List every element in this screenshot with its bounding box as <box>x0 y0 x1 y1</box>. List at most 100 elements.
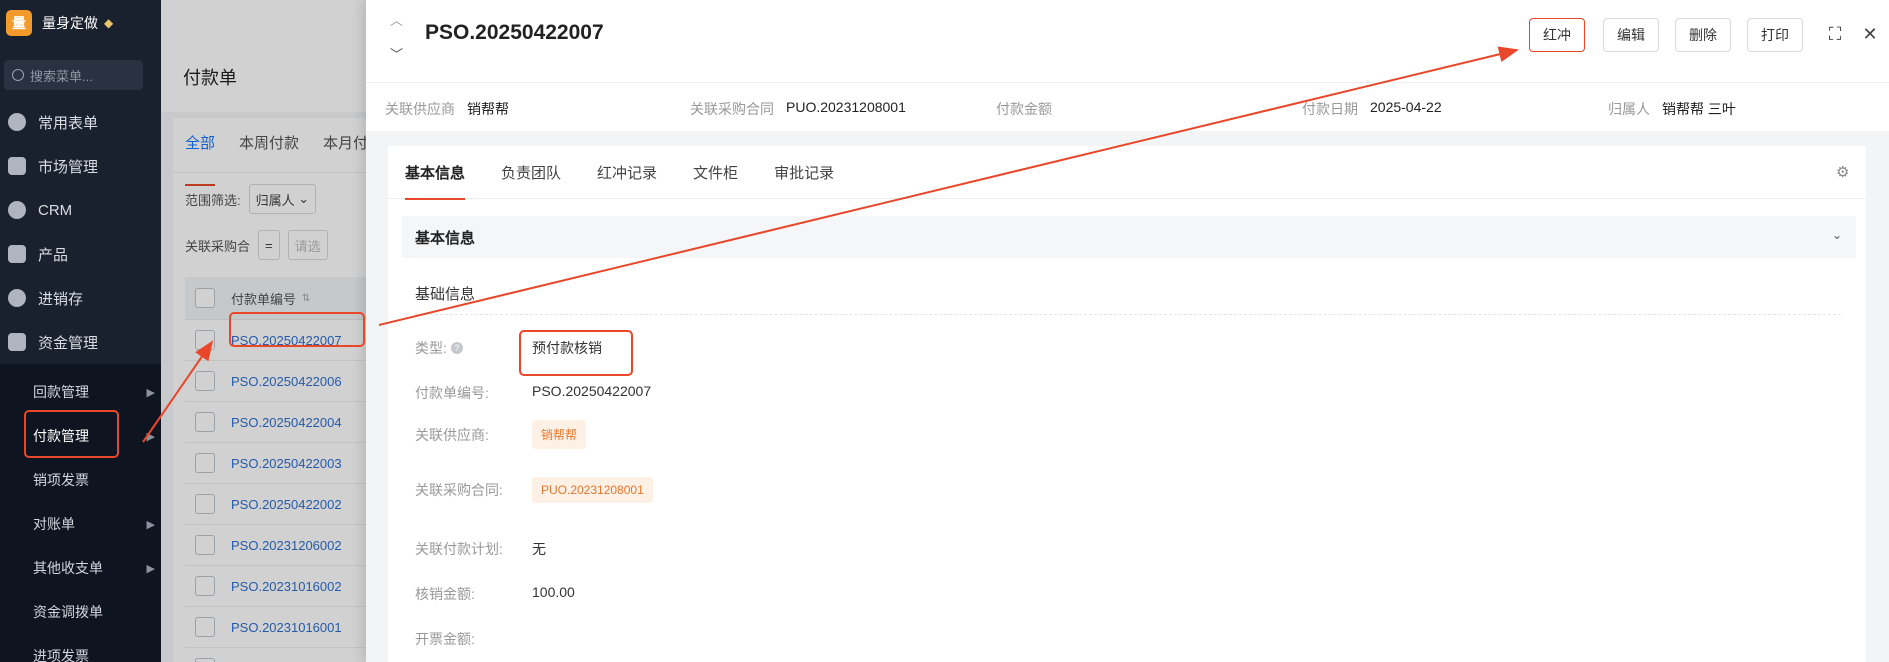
section-title: 基本信息 <box>415 229 476 247</box>
gear-icon[interactable]: ⚙ <box>1836 163 1852 181</box>
chevron-right-icon: ▶ <box>146 430 155 443</box>
contract-tag[interactable]: PUO.20231208001 <box>532 477 653 503</box>
menu-item-favorites[interactable]: 常用表单 <box>0 100 161 144</box>
submenu-statement[interactable]: 对账单 ▶ <box>0 502 161 546</box>
edit-button[interactable]: 编辑 <box>1603 18 1659 52</box>
summary-owner: 归属人 销帮帮 三叶 <box>1608 99 1736 119</box>
field-supplier: 关联供应商: 销帮帮 <box>415 420 587 449</box>
diamond-icon: ◆ <box>104 16 114 30</box>
annotation-box-menu <box>24 410 119 458</box>
chevron-right-icon: ▶ <box>146 562 155 575</box>
tab-red-flush-records[interactable]: 红冲记录 <box>597 162 657 183</box>
tab-team[interactable]: 负责团队 <box>501 162 561 183</box>
delete-button[interactable]: 删除 <box>1675 18 1731 52</box>
tab-files[interactable]: 文件柜 <box>693 162 738 183</box>
document-icon <box>8 157 26 175</box>
field-payment-no: 付款单编号: PSO.20250422007 <box>415 383 651 403</box>
menu-search-input[interactable]: 搜索菜单... <box>4 60 143 90</box>
help-icon[interactable]: ? <box>450 342 463 354</box>
brand[interactable]: 量 量身定做 ◆ <box>0 0 161 46</box>
summary-value: PUO.20231208001 <box>786 99 906 115</box>
summary-label: 关联采购合同 <box>690 101 774 117</box>
menu-item-crm[interactable]: CRM <box>0 188 161 232</box>
close-icon[interactable]: ✕ <box>1860 24 1880 44</box>
submenu-label: 进项发票 <box>33 648 89 662</box>
submenu-purchase-invoice[interactable]: 进项发票 <box>0 634 161 662</box>
summary-label: 归属人 <box>1608 101 1650 117</box>
menu-item-inventory[interactable]: 进销存 <box>0 276 161 320</box>
search-placeholder: 搜索菜单... <box>30 68 93 84</box>
annotation-box-row <box>229 312 365 347</box>
brand-name: 量身定做 <box>42 15 98 31</box>
summary-supplier: 关联供应商 销帮帮 <box>385 99 509 119</box>
menu-label: 常用表单 <box>38 114 99 132</box>
field-writeoff-amount: 核销金额: 100.00 <box>415 584 575 604</box>
annotation-box-type <box>519 330 633 376</box>
menu-label: CRM <box>38 201 73 219</box>
tab-approval[interactable]: 审批记录 <box>774 162 834 183</box>
cycle-icon <box>8 289 26 307</box>
chevron-up-icon[interactable]: ︿ <box>390 10 403 29</box>
detail-tabs: 基本信息 负责团队 红冲记录 文件柜 审批记录 ⚙ <box>388 146 1866 200</box>
record-title: PSO.20250422007 <box>425 21 604 44</box>
summary-bar: 关联供应商 销帮帮 关联采购合同 PUO.20231208001 付款金额 付款… <box>366 83 1889 132</box>
red-flush-button[interactable]: 红冲 <box>1529 18 1585 52</box>
chevron-right-icon: ▶ <box>146 386 155 399</box>
submenu-transfer[interactable]: 资金调拨单 <box>0 590 161 634</box>
summary-value: 2025-04-22 <box>1370 99 1442 115</box>
submenu-label: 其他收支单 <box>33 560 103 576</box>
money-icon <box>8 333 26 351</box>
detail-card: 基本信息 负责团队 红冲记录 文件柜 审批记录 ⚙ 基本信息 ⌄ 基础信息 类型… <box>388 146 1866 662</box>
star-icon <box>8 113 26 131</box>
submenu-sales-invoice[interactable]: 销项发票 <box>0 458 161 502</box>
summary-label: 关联供应商 <box>385 101 455 117</box>
field-label: 核销金额: <box>415 586 475 602</box>
field-label: 付款单编号: <box>415 385 489 401</box>
subsection-title: 基础信息 <box>415 286 476 303</box>
drawer-body: 基本信息 负责团队 红冲记录 文件柜 审批记录 ⚙ 基本信息 ⌄ 基础信息 类型… <box>366 131 1889 662</box>
drawer-header: ︿ ﹀ PSO.20250422007 红冲 编辑 删除 打印 ⛶ ✕ <box>366 0 1889 83</box>
menu-label: 市场管理 <box>38 158 99 176</box>
field-label: 关联供应商: <box>415 426 489 443</box>
menu-label: 产品 <box>38 246 69 264</box>
tab-basic-info[interactable]: 基本信息 <box>405 162 466 200</box>
field-payment-plan: 关联付款计划: 无 <box>415 539 546 559</box>
brand-logo: 量 <box>6 10 32 36</box>
submenu-label: 销项发票 <box>33 472 89 488</box>
fullscreen-icon[interactable]: ⛶ <box>1825 24 1845 44</box>
sidebar: 量 量身定做 ◆ 搜索菜单... 常用表单 市场管理 CRM 产品 进销存 资金… <box>0 0 161 662</box>
field-label-text: 类型: <box>415 340 447 356</box>
submenu-label: 资金调拨单 <box>33 604 103 620</box>
print-button[interactable]: 打印 <box>1747 18 1803 52</box>
finance-submenu: 回款管理 ▶ 付款管理 ▶ 销项发票 对账单 ▶ 其他收支单 ▶ 资金调拨单 进… <box>0 364 161 662</box>
menu-label: 进销存 <box>38 290 84 308</box>
field-contract: 关联采购合同: PUO.20231208001 <box>415 477 653 503</box>
submenu-receipts[interactable]: 回款管理 ▶ <box>0 370 161 414</box>
field-value: 100.00 <box>532 584 575 600</box>
field-value: PSO.20250422007 <box>532 383 652 399</box>
field-label: 类型:? <box>415 338 532 358</box>
summary-contract: 关联采购合同 PUO.20231208001 <box>690 99 906 119</box>
menu-item-finance[interactable]: 资金管理 <box>0 320 161 364</box>
field-label: 关联采购合同: <box>415 482 503 498</box>
field-value: 无 <box>532 541 546 557</box>
cube-icon <box>8 245 26 263</box>
search-icon <box>12 69 24 81</box>
submenu-other[interactable]: 其他收支单 ▶ <box>0 546 161 590</box>
menu-item-market[interactable]: 市场管理 <box>0 144 161 188</box>
chevron-down-icon[interactable]: ⌄ <box>1832 228 1842 242</box>
chevron-down-icon[interactable]: ﹀ <box>390 44 403 63</box>
submenu-label: 回款管理 <box>33 384 89 400</box>
chart-icon <box>8 201 26 219</box>
section-header[interactable]: 基本信息 ⌄ <box>402 216 1856 258</box>
supplier-tag[interactable]: 销帮帮 <box>532 420 587 449</box>
menu-item-product[interactable]: 产品 <box>0 232 161 276</box>
field-label: 开票金额: <box>415 631 475 647</box>
submenu-label: 对账单 <box>33 516 75 532</box>
summary-value: 销帮帮 三叶 <box>1662 101 1736 117</box>
menu-label: 资金管理 <box>38 334 99 352</box>
summary-date: 付款日期 2025-04-22 <box>1302 99 1442 119</box>
field-label: 关联付款计划: <box>415 541 503 557</box>
summary-label: 付款日期 <box>1302 101 1358 117</box>
summary-value: 销帮帮 <box>467 101 509 117</box>
